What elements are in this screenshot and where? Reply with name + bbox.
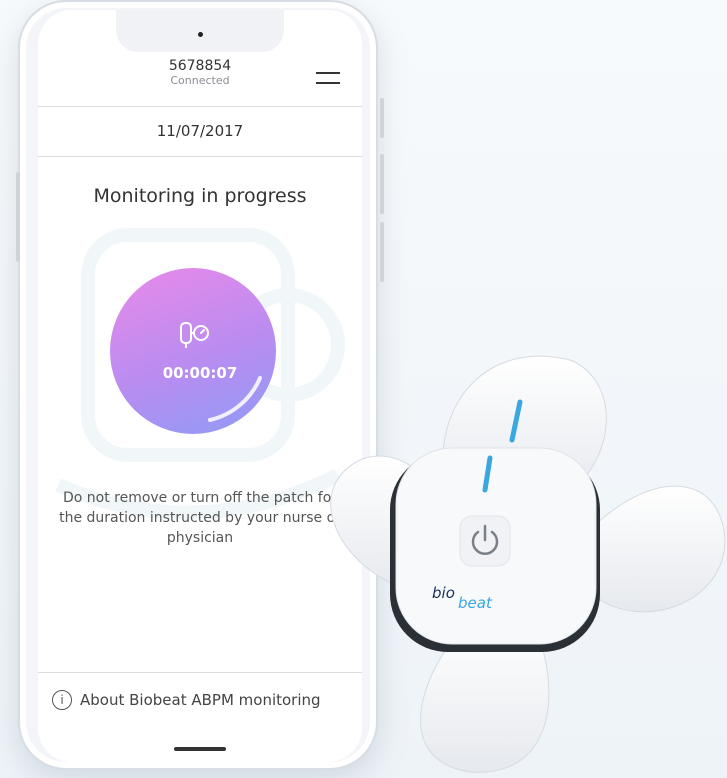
patch-instructions: Do not remove or turn off the patch for … (59, 490, 341, 546)
monitoring-timer: 00:00:07 (162, 364, 238, 382)
divider (38, 156, 362, 157)
divider (38, 106, 362, 107)
app-screen: 5678854 Connected 11/07/2017 Monitoring … (38, 10, 362, 762)
blood-pressure-icon (180, 322, 209, 348)
about-label: About Biobeat ABPM monitoring (80, 691, 321, 709)
session-date: 11/07/2017 (156, 122, 244, 140)
adhesive-petal-right (589, 485, 726, 613)
monitoring-progress-circle (110, 268, 276, 434)
menu-icon[interactable] (316, 72, 340, 86)
phone-side-button-right-1 (380, 98, 384, 138)
home-indicator (174, 747, 226, 751)
device-id: 5678854 (168, 58, 232, 74)
phone-side-button-right-3 (380, 222, 384, 282)
phone-side-button-left (16, 172, 20, 262)
phone-notch (116, 10, 284, 52)
divider (38, 672, 362, 673)
patch-logo-beat: beat (458, 594, 493, 612)
phone-side-button-right-2 (380, 154, 384, 214)
biobeat-patch-device: bio beat (330, 355, 726, 773)
connection-status: Connected (170, 74, 230, 87)
patch-logo-bio: bio (432, 584, 455, 602)
device-status: 5678854 Connected (38, 58, 362, 87)
camera-dot (198, 32, 203, 37)
about-link[interactable]: i About Biobeat ABPM monitoring (52, 686, 321, 714)
info-icon: i (52, 690, 72, 710)
monitoring-title: Monitoring in progress (93, 185, 307, 207)
